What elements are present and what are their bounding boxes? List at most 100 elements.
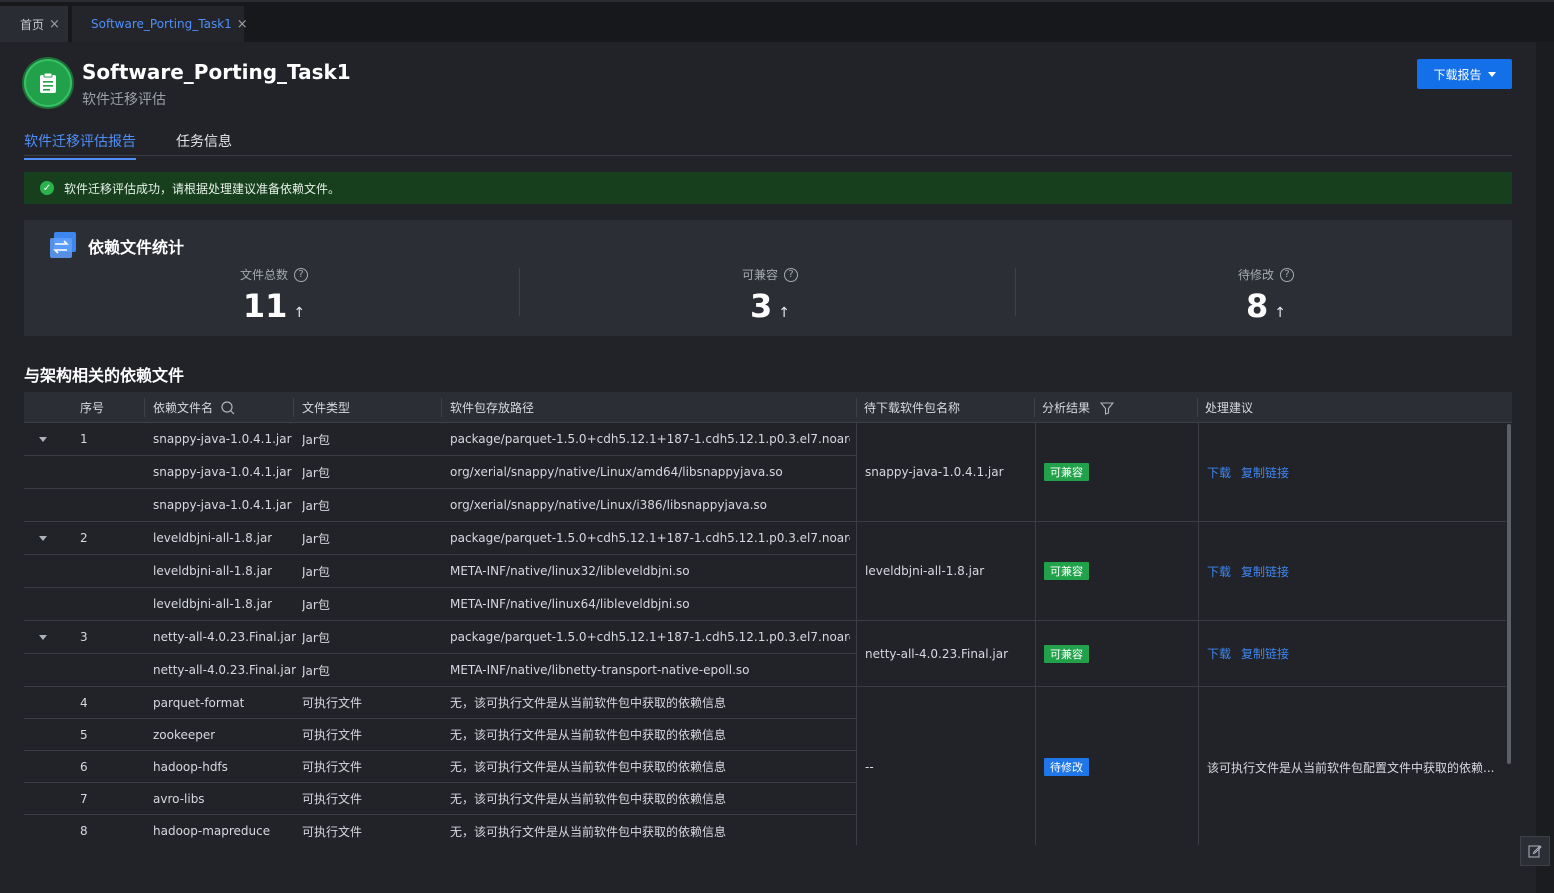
expand-toggle[interactable] — [39, 621, 47, 653]
cell-suggestion: 下载 复制链接 — [1198, 621, 1507, 686]
table-row: snappy-java-1.0.4.1.jar Jar包 org/xerial/… — [24, 489, 856, 522]
cell-name: leveldbjni-all-1.8.jar — [153, 531, 273, 545]
copy-link[interactable]: 复制链接 — [1241, 464, 1289, 481]
cell-path: META-INF/native/linux64/libleveldbjni.so — [450, 597, 690, 611]
stats-title: 依赖文件统计 — [88, 238, 185, 257]
cell-no: 6 — [80, 759, 88, 774]
main-panel: Software_Porting_Task1 软件迁移评估 下载报告 软件迁移评… — [0, 42, 1550, 893]
divider — [1015, 268, 1016, 316]
table-row: leveldbjni-all-1.8.jar Jar包 META-INF/nat… — [24, 588, 856, 621]
success-alert: ✓ 软件迁移评估成功，请根据处理建议准备依赖文件。 — [24, 172, 1512, 204]
filter-icon[interactable] — [1100, 401, 1115, 415]
caret-down-icon — [39, 436, 47, 442]
status-badge: 可兼容 — [1044, 644, 1089, 663]
status-badge: 待修改 — [1044, 758, 1089, 776]
column-divider — [1034, 398, 1035, 417]
stat-compatible-label: 可兼容 — [741, 268, 778, 282]
cell-result: 可兼容 — [1035, 423, 1198, 521]
table-row: 5 zookeeper 可执行文件 无，该可执行文件是从当前软件包中获取的依赖信… — [24, 719, 856, 751]
cell-name: netty-all-4.0.23.Final.jar — [153, 663, 297, 677]
col-name-label: 依赖文件名 — [153, 401, 214, 415]
arrow-up-icon[interactable]: ↑ — [1274, 305, 1286, 321]
group-row: snappy-java-1.0.4.1.jar 可兼容 下载 复制链接 — [856, 423, 1506, 522]
close-icon[interactable]: × — [237, 17, 248, 32]
status-badge: 可兼容 — [1044, 562, 1089, 580]
cell-name: leveldbjni-all-1.8.jar — [153, 564, 273, 578]
expand-toggle[interactable] — [39, 423, 47, 455]
tab-home[interactable]: 首页 × — [0, 6, 68, 42]
col-package: 待下载软件包名称 — [864, 401, 961, 415]
cell-path: package/parquet-1.5.0+cdh5.12.1+187-1.cd… — [450, 531, 850, 545]
cell-name: hadoop-hdfs — [153, 759, 228, 774]
cell-path: META-INF/native/linux32/libleveldbjni.so — [450, 564, 690, 578]
cell-no: 8 — [80, 824, 88, 838]
cell-no: 1 — [80, 432, 88, 446]
cell-type: 可执行文件 — [302, 760, 363, 774]
download-report-button[interactable]: 下载报告 — [1417, 59, 1512, 89]
table-row: snappy-java-1.0.4.1.jar Jar包 org/xerial/… — [24, 456, 856, 489]
cell-name: snappy-java-1.0.4.1.jar — [153, 432, 292, 446]
cell-path: 无，该可执行文件是从当前软件包中获取的依赖信息 — [450, 760, 727, 774]
col-suggestion: 处理建议 — [1205, 401, 1254, 415]
help-icon[interactable]: ? — [294, 267, 308, 282]
help-icon[interactable]: ? — [784, 267, 798, 282]
copy-link[interactable]: 复制链接 — [1241, 645, 1289, 662]
cell-name: avro-libs — [153, 791, 205, 806]
check-circle-icon: ✓ — [40, 181, 54, 195]
tab-task-info[interactable]: 任务信息 — [176, 131, 232, 151]
download-link[interactable]: 下载 — [1207, 645, 1231, 662]
stat-to-modify-value: 8 — [1246, 287, 1269, 325]
col-name: 依赖文件名 — [153, 392, 235, 423]
tab-task[interactable]: Software_Porting_Task1 × — [72, 6, 248, 42]
chevron-down-icon — [1487, 71, 1496, 77]
tab-home-label: 首页 — [20, 17, 45, 32]
arrow-up-icon[interactable]: ↑ — [778, 305, 790, 321]
dependency-table: 序号 依赖文件名 文件类型 软件包存放路径 待下载软件包名称 分析结果 处理建议 — [24, 392, 1512, 845]
table-row: 3 netty-all-4.0.23.Final.jar Jar包 packag… — [24, 621, 856, 654]
close-icon[interactable]: × — [49, 17, 60, 32]
cell-type: 可执行文件 — [302, 696, 363, 710]
column-divider — [1197, 398, 1198, 417]
cell-package: netty-all-4.0.23.Final.jar — [865, 646, 1009, 661]
cell-suggestion: 下载 复制链接 — [1198, 522, 1507, 620]
cell-type: 可执行文件 — [302, 824, 363, 839]
cell-type: 可执行文件 — [302, 728, 363, 742]
group-row: -- 待修改 该可执行文件是从当前软件包配置文件中获取的依赖... — [856, 687, 1506, 845]
cell-path: package/parquet-1.5.0+cdh5.12.1+187-1.cd… — [450, 630, 850, 644]
cell-type: Jar包 — [302, 498, 330, 513]
col-result-label: 分析结果 — [1042, 401, 1091, 415]
col-type: 文件类型 — [302, 401, 351, 415]
stats-card: 依赖文件统计 文件总数 ? 11 ↑ 可兼容 ? 3 ↑ 待修改 ? 8 ↑ — [24, 220, 1512, 336]
cell-name: leveldbjni-all-1.8.jar — [153, 597, 273, 611]
search-icon[interactable] — [221, 400, 235, 415]
clipboard-icon — [24, 59, 72, 107]
cell-name: snappy-java-1.0.4.1.jar — [153, 465, 292, 479]
tab-report[interactable]: 软件迁移评估报告 — [24, 131, 136, 160]
download-link[interactable]: 下载 — [1207, 464, 1231, 481]
cell-type: 可执行文件 — [302, 792, 363, 806]
divider — [519, 268, 520, 316]
table-row: leveldbjni-all-1.8.jar Jar包 META-INF/nat… — [24, 555, 856, 588]
cell-name: parquet-format — [153, 695, 245, 710]
stat-compatible-value: 3 — [750, 287, 773, 325]
section-title: 与架构相关的依赖文件 — [24, 366, 185, 385]
download-link[interactable]: 下载 — [1207, 563, 1231, 580]
cell-path: org/xerial/snappy/native/Linux/i386/libs… — [450, 498, 767, 512]
table-row: 6 hadoop-hdfs 可执行文件 无，该可执行文件是从当前软件包中获取的依… — [24, 751, 856, 783]
scrollbar[interactable] — [1507, 424, 1511, 764]
arrow-up-icon[interactable]: ↑ — [293, 305, 305, 321]
column-divider — [144, 398, 145, 417]
stat-total-value: 11 — [242, 287, 288, 325]
edit-feedback-button[interactable] — [1520, 836, 1550, 866]
cell-result: 可兼容 — [1035, 621, 1198, 686]
stat-total: 文件总数 ? 11 ↑ — [194, 266, 354, 325]
help-icon[interactable]: ? — [1280, 267, 1294, 282]
cell-suggestion: 该可执行文件是从当前软件包配置文件中获取的依赖... — [1198, 687, 1507, 845]
expand-toggle[interactable] — [39, 522, 47, 554]
cell-no: 4 — [80, 695, 88, 710]
copy-link[interactable]: 复制链接 — [1241, 563, 1289, 580]
column-divider — [441, 398, 442, 417]
col-result: 分析结果 — [1042, 392, 1115, 423]
cell-package: leveldbjni-all-1.8.jar — [865, 564, 985, 578]
cell-no: 3 — [80, 630, 88, 644]
